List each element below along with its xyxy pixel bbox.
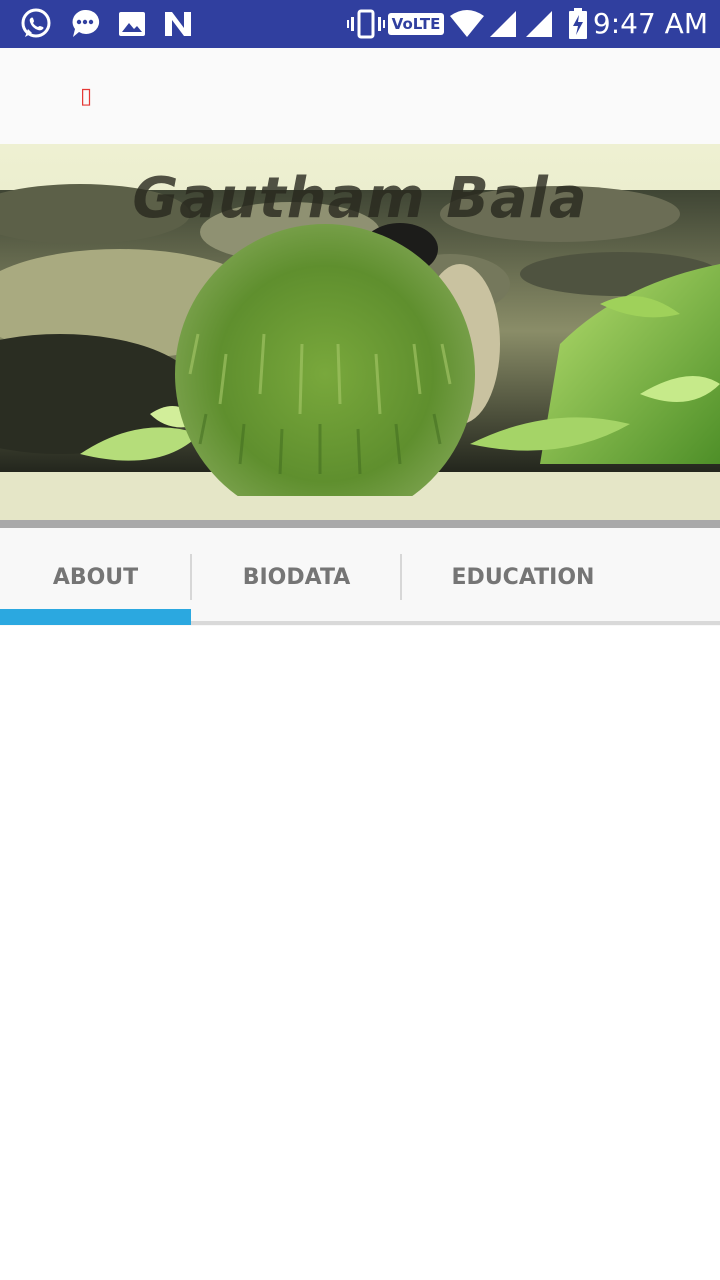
tab-bar: ABOUT BIODATA EDUCATION [0, 528, 720, 626]
battery-charging-icon [566, 8, 590, 40]
vibrate-icon [346, 8, 386, 40]
volte-label: VoLTE [387, 13, 445, 35]
signal-icon [488, 8, 518, 40]
gallery-icon [116, 8, 148, 40]
wifi-icon [448, 8, 486, 40]
missing-glyph-icon[interactable]: ▯ [80, 84, 92, 109]
profile-name-title: Gautham Bala [132, 166, 588, 231]
tab-selected-indicator [0, 609, 191, 625]
status-time: 9:47 AM [592, 7, 708, 40]
avatar[interactable] [175, 224, 475, 520]
status-bar: VoLTE 9:47 AM [0, 0, 720, 48]
tab-biodata[interactable]: BIODATA [192, 528, 401, 626]
header-divider [0, 520, 720, 528]
profile-header: Gautham Bala [0, 144, 720, 520]
app-toolbar: ▯ [0, 48, 720, 144]
volte-icon: VoLTE [387, 8, 445, 40]
whatsapp-icon [18, 8, 54, 40]
signal-icon-2 [524, 8, 554, 40]
tab-content-area [0, 626, 720, 1280]
messages-icon [68, 8, 102, 40]
n-app-icon [162, 8, 196, 40]
tab-education[interactable]: EDUCATION [402, 528, 644, 626]
